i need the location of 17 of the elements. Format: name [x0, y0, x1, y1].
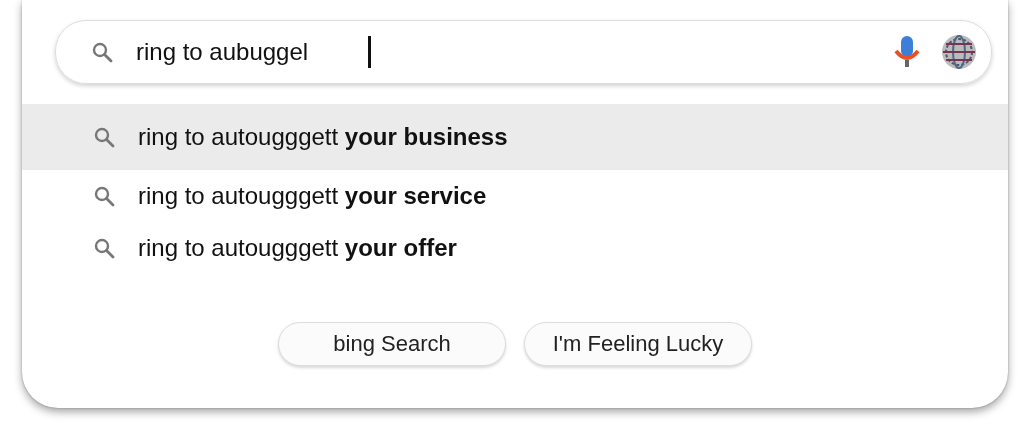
microphone-icon[interactable] [893, 35, 921, 69]
search-icon [92, 236, 116, 260]
text-cursor [368, 36, 371, 68]
suggestion-item[interactable]: ring to autougggett your offer [22, 222, 1008, 274]
suggestion-item[interactable]: ring to autougggett your business [22, 104, 1008, 170]
search-field[interactable]: ring to aubuggel [55, 20, 992, 84]
search-input[interactable]: ring to aubuggel [134, 37, 368, 67]
search-button[interactable]: bing Search [278, 322, 506, 366]
suggestion-text: ring to autougggett your offer [138, 234, 457, 262]
lucky-button[interactable]: I'm Feeling Lucky [524, 322, 752, 366]
suggestion-text: ring to autougggett your business [138, 123, 508, 151]
globe-icon[interactable] [941, 34, 977, 70]
suggestion-text: ring to autougggett your service [138, 182, 487, 210]
search-icon [92, 125, 116, 149]
suggestion-item[interactable]: ring to autougggett your service [22, 170, 1008, 222]
search-icon [92, 184, 116, 208]
search-icon [90, 40, 114, 64]
